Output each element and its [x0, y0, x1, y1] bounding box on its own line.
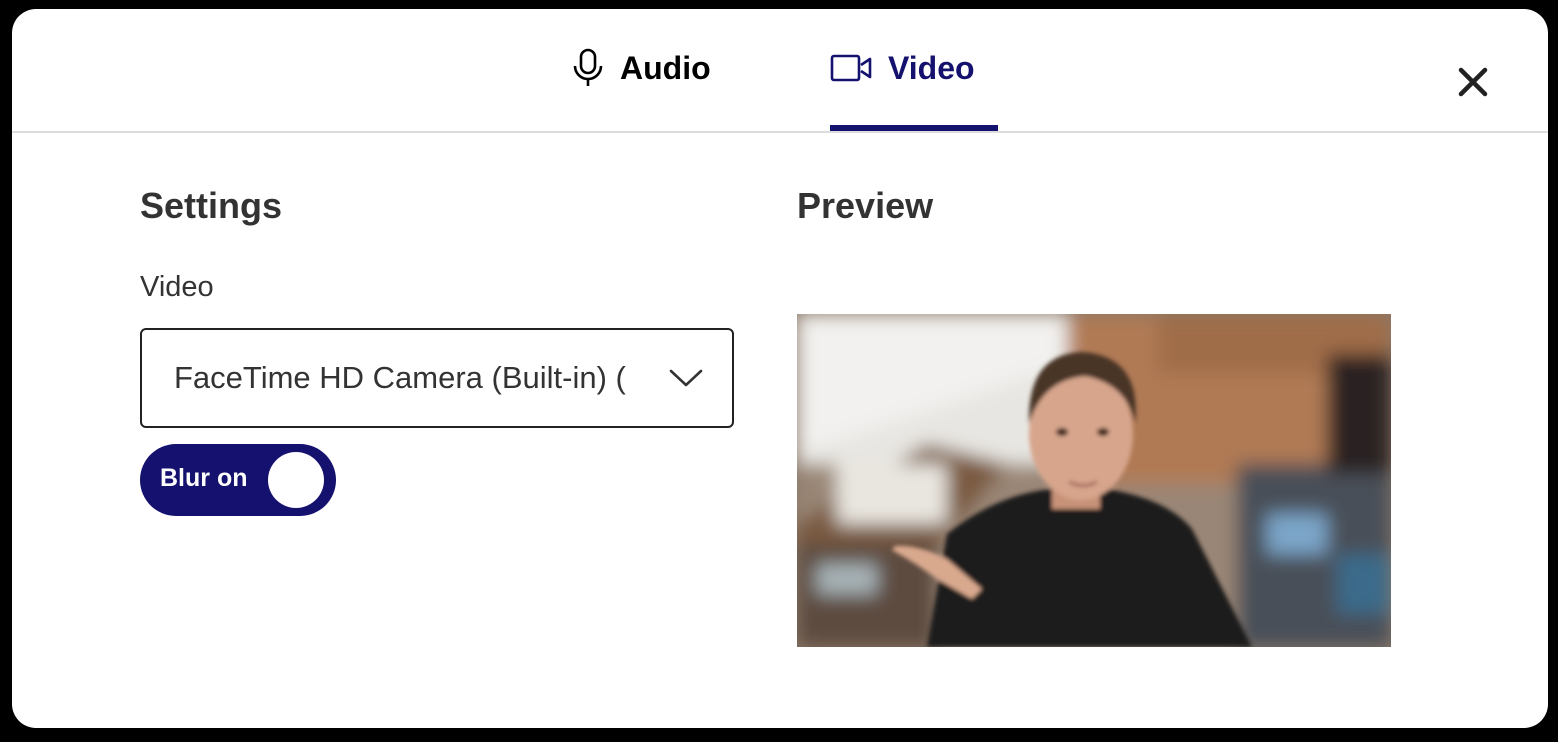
video-camera-icon [830, 53, 874, 83]
microphone-icon [570, 48, 606, 88]
tab-audio[interactable]: Audio [570, 9, 750, 131]
preview-heading: Preview [797, 185, 934, 226]
device-settings-dialog: Audio Video Settings Preview Video FaceT… [12, 9, 1548, 728]
camera-select[interactable]: FaceTime HD Camera (Built-in) ( [140, 328, 734, 428]
tab-audio-label: Audio [620, 49, 711, 86]
settings-heading: Settings [140, 185, 283, 226]
chevron-down-icon [669, 367, 703, 394]
active-tab-indicator [830, 125, 998, 131]
tab-video-label: Video [888, 49, 975, 86]
blur-toggle[interactable]: Blur on [140, 444, 336, 516]
camera-select-value: FaceTime HD Camera (Built-in) ( [174, 360, 626, 395]
blur-toggle-label: Blur on [160, 464, 248, 492]
toggle-knob [268, 452, 324, 508]
close-button[interactable] [1450, 61, 1496, 107]
tab-video[interactable]: Video [830, 9, 998, 131]
close-icon [1458, 67, 1488, 102]
video-field-label: Video [140, 271, 214, 303]
camera-preview [797, 314, 1391, 647]
tab-bar: Audio Video [12, 9, 1548, 133]
